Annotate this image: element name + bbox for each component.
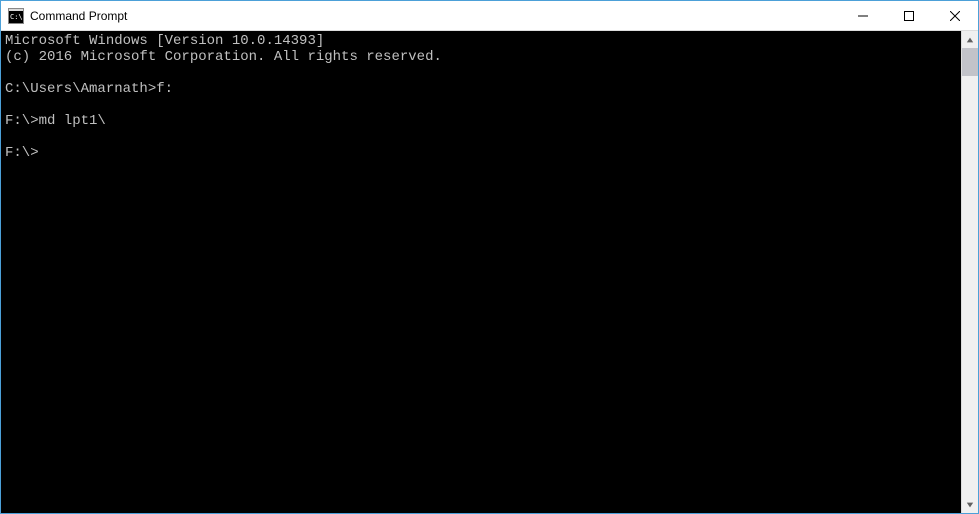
maximize-button[interactable] xyxy=(886,1,932,30)
scroll-down-button[interactable] xyxy=(962,496,978,513)
minimize-button[interactable] xyxy=(840,1,886,30)
window-controls xyxy=(840,1,978,30)
content-area: Microsoft Windows [Version 10.0.14393] (… xyxy=(1,31,978,513)
scroll-up-button[interactable] xyxy=(962,31,978,48)
vertical-scrollbar[interactable] xyxy=(961,31,978,513)
titlebar-left: C:\ Command Prompt xyxy=(1,8,840,24)
titlebar[interactable]: C:\ Command Prompt xyxy=(1,1,978,31)
window-title: Command Prompt xyxy=(30,9,127,23)
scroll-track[interactable] xyxy=(962,48,978,496)
svg-text:C:\: C:\ xyxy=(10,13,23,21)
command-prompt-icon: C:\ xyxy=(8,8,24,24)
scroll-thumb[interactable] xyxy=(962,48,978,76)
terminal-output[interactable]: Microsoft Windows [Version 10.0.14393] (… xyxy=(1,31,961,513)
close-button[interactable] xyxy=(932,1,978,30)
command-prompt-window: C:\ Command Prompt Microsoft Windows [Ve… xyxy=(0,0,979,514)
